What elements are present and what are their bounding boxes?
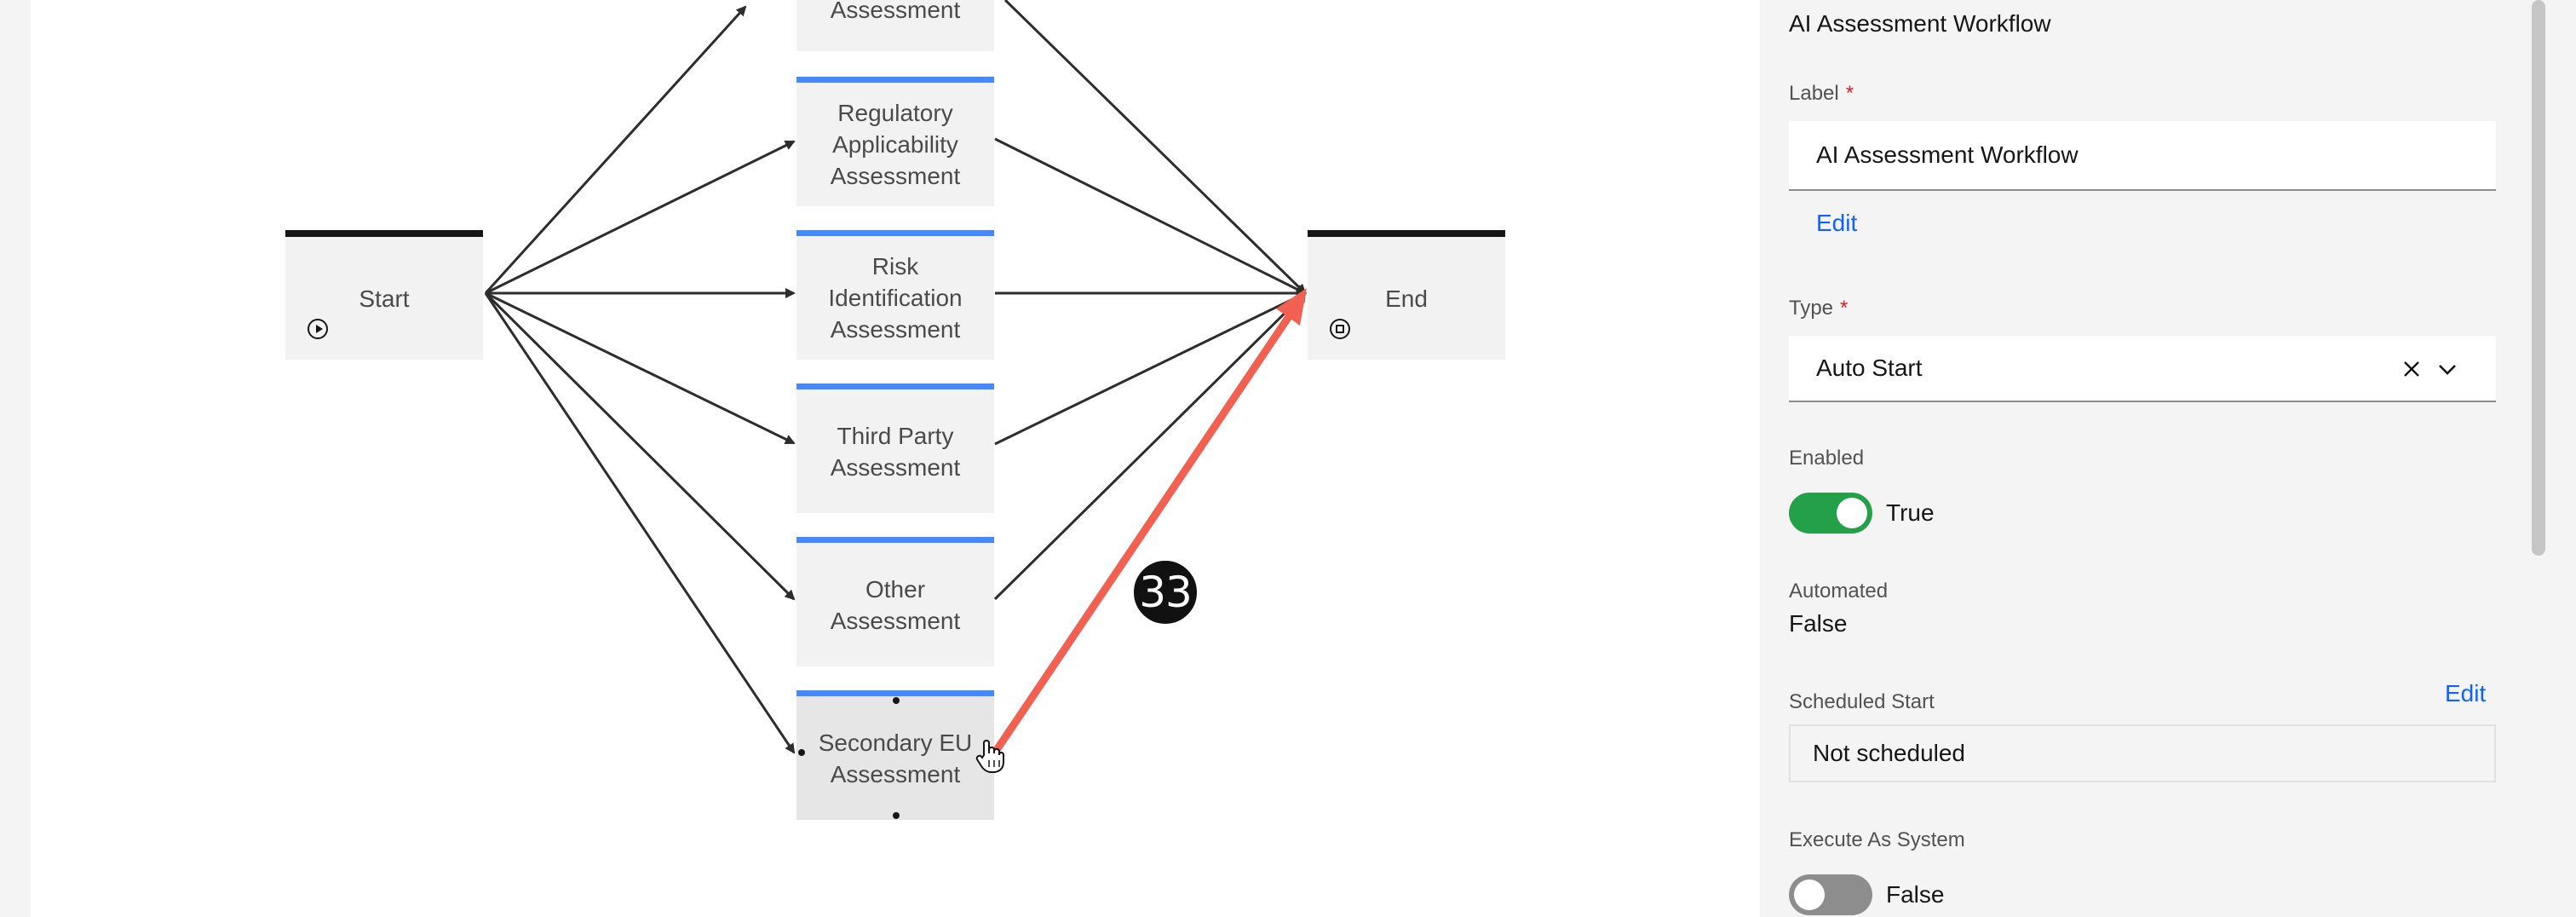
label-field-label: Label * — [1789, 82, 1854, 105]
type-select-value: Auto Start — [1816, 355, 1923, 381]
step-number-badge: 33 — [1131, 558, 1199, 626]
execute-as-system-label: Execute As System — [1789, 828, 1965, 851]
execute-as-system-toggle[interactable] — [1789, 874, 1872, 915]
execute-as-system-value: False — [1886, 881, 1945, 908]
enabled-value: True — [1886, 499, 1935, 526]
chevron-down-icon[interactable] — [2436, 360, 2458, 378]
label-input-value: AI Assessment Workflow — [1816, 141, 2079, 168]
automated-label: Automated — [1789, 580, 1889, 603]
scheduled-start-label: Scheduled Start — [1789, 690, 1935, 713]
enabled-label: Enabled — [1789, 447, 1865, 470]
toggle-knob — [1837, 498, 1867, 528]
properties-panel: AI Assessment Workflow Label * AI Assessm… — [1760, 0, 2527, 917]
type-select[interactable]: Auto Start — [1789, 336, 2496, 402]
panel-scrollbar-thumb[interactable] — [2532, 0, 2545, 556]
hand-cursor-icon — [975, 739, 1004, 773]
type-field-label: Type * — [1789, 297, 1849, 320]
scheduled-start-value: Not scheduled — [1789, 724, 2496, 782]
automated-value: False — [1789, 610, 1848, 637]
toggle-knob — [1794, 880, 1825, 910]
enabled-toggle[interactable] — [1789, 493, 1872, 533]
scheduled-start-edit-link[interactable]: Edit — [2445, 680, 2486, 707]
label-input[interactable]: AI Assessment Workflow — [1789, 121, 2496, 191]
clear-selection-icon[interactable] — [2401, 358, 2423, 380]
panel-title: AI Assessment Workflow — [1789, 10, 2051, 37]
label-edit-link[interactable]: Edit — [1816, 210, 1857, 237]
